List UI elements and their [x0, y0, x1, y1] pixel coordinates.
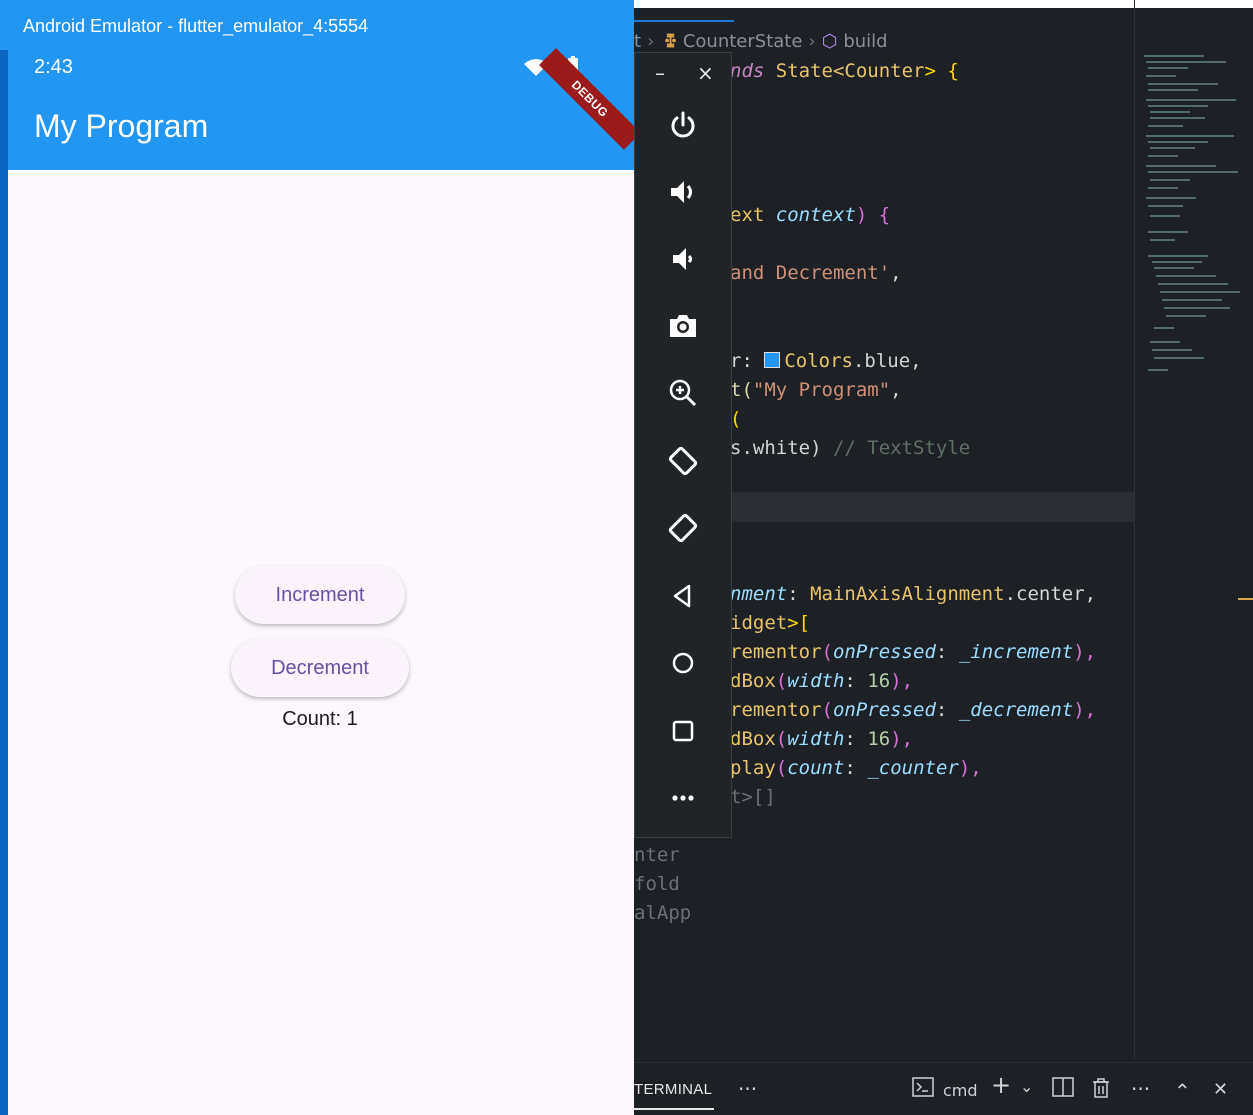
rotate-right-icon — [668, 513, 698, 543]
add-terminal-icon[interactable]: + — [991, 1073, 1011, 1097]
code-line: nter — [634, 844, 680, 866]
code-line: t>[] — [730, 786, 776, 808]
overflow-icon[interactable]: ··· — [1131, 1077, 1150, 1101]
code-line: fold — [634, 873, 680, 895]
tab-terminal-indicator — [634, 1108, 714, 1110]
code-line: idget>[ — [730, 612, 811, 634]
code-line: t("My Program", — [730, 379, 902, 401]
trash-icon[interactable] — [1091, 1077, 1111, 1104]
increment-button[interactable]: Increment — [235, 566, 405, 624]
tab-terminal[interactable]: TERMINAL — [634, 1081, 712, 1098]
zoom-button[interactable] — [659, 369, 707, 417]
volume-up-icon — [671, 181, 692, 203]
app-content: Increment Decrement Count: 1 — [8, 170, 634, 1115]
toolbar-window-controls: – × — [635, 53, 733, 93]
code-line: rementor(onPressed: _decrement), — [730, 699, 1097, 721]
count-display: Count: 1 — [282, 708, 358, 730]
code-line: dBox(width: 16), — [730, 670, 914, 692]
rotate-left-button[interactable] — [659, 437, 707, 485]
close-panel-icon[interactable]: ✕ — [1213, 1078, 1228, 1102]
app-bar: 2:43 My Program DEBUG — [8, 48, 641, 170]
code-line: r: Colors.blue, — [730, 350, 922, 372]
code-line: alApp — [634, 902, 692, 924]
screenshot-button[interactable] — [659, 302, 707, 350]
home-button[interactable] — [659, 639, 707, 687]
volume-down-button[interactable] — [659, 235, 707, 283]
scrollbar-marker — [1238, 598, 1253, 600]
more-icon — [672, 795, 694, 801]
emulator-titlebar[interactable]: Android Emulator - flutter_emulator_4:55… — [0, 0, 634, 50]
emulator-toolbar: – × — [634, 52, 732, 838]
back-icon — [673, 584, 691, 608]
rotate-right-button[interactable] — [659, 504, 707, 552]
volume-up-button[interactable] — [659, 168, 707, 216]
power-button[interactable] — [659, 101, 707, 149]
code-line: ext context) { — [730, 204, 891, 226]
power-icon — [671, 111, 695, 138]
overview-button[interactable] — [659, 707, 707, 755]
code-line: play(count: _counter), — [730, 757, 982, 779]
emulator-window-border — [0, 0, 8, 1115]
code-line: s.white) // TextStyle — [730, 437, 971, 459]
decrement-button[interactable]: Decrement — [231, 639, 409, 697]
status-bar-time: 2:43 — [34, 56, 73, 78]
split-terminal-icon[interactable] — [1052, 1077, 1074, 1102]
code-line: nds State<Counter> { — [730, 60, 959, 82]
close-button[interactable]: × — [697, 61, 714, 85]
terminal-shell-icon[interactable] — [912, 1077, 934, 1102]
volume-down-icon — [673, 248, 692, 270]
code-line: and Decrement', — [730, 262, 902, 284]
terminal-shell-label[interactable]: cmd — [943, 1079, 978, 1103]
camera-icon — [670, 315, 696, 337]
code-line: dBox(width: 16), — [730, 728, 914, 750]
color-swatch-icon — [764, 352, 781, 368]
minimize-button[interactable]: – — [655, 61, 665, 85]
terminal-panel-bar: TERMINAL ··· cmd + ⌄ ··· ⌃ ✕ — [634, 1062, 1253, 1115]
zoom-icon — [669, 379, 697, 407]
maximize-panel-icon[interactable]: ⌃ — [1174, 1079, 1191, 1103]
home-icon — [672, 652, 694, 674]
code-line: rementor(onPressed: _increment), — [730, 641, 1097, 663]
emulator-window-title: Android Emulator - flutter_emulator_4:55… — [23, 16, 369, 36]
chevron-down-icon[interactable]: ⌄ — [1020, 1075, 1033, 1099]
minimap[interactable] — [1144, 55, 1244, 385]
more-button[interactable] — [659, 774, 707, 822]
code-line: nment: MainAxisAlignment.center, — [730, 583, 1097, 605]
overview-icon — [672, 720, 694, 742]
back-button[interactable] — [659, 572, 707, 620]
app-title: My Program — [34, 108, 209, 144]
panel-more-icon[interactable]: ··· — [738, 1077, 757, 1101]
rotate-left-icon — [668, 446, 698, 476]
